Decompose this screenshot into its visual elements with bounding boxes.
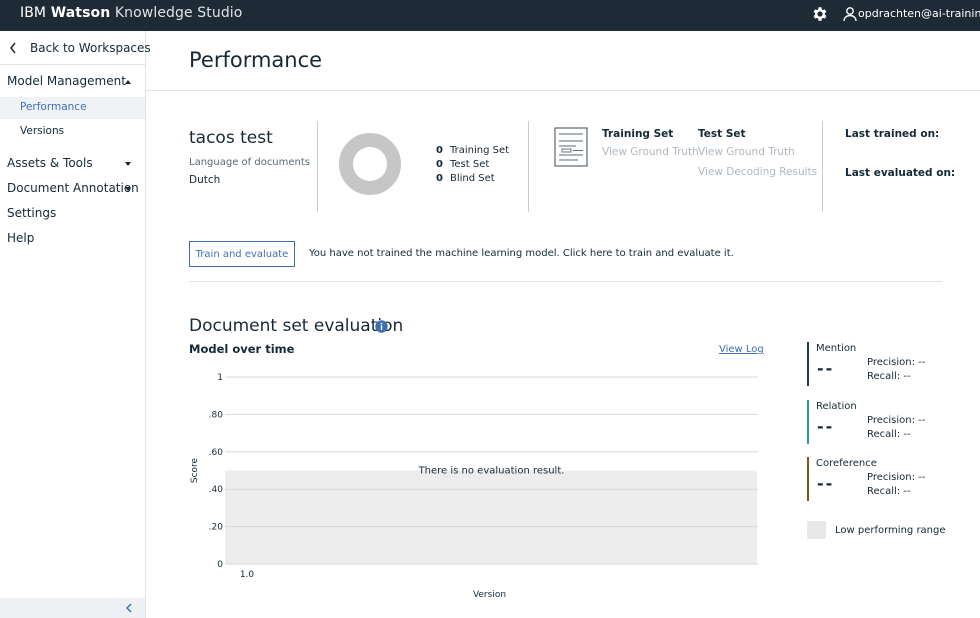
sidebar-item-label: Settings <box>7 206 57 220</box>
sidebar-item-settings[interactable]: Settings <box>0 203 145 225</box>
count-label: Test Set <box>450 159 490 170</box>
divider <box>317 121 318 212</box>
y-tick-label: .20 <box>209 523 224 533</box>
training-view-ground-truth-link[interactable]: View Ground Truth <box>602 146 699 158</box>
sidebar-item-performance[interactable]: Performance <box>0 97 145 119</box>
sidebar-item-label: Model Management <box>7 74 126 88</box>
project-name: tacos test <box>189 128 273 148</box>
sidebar-item-label: Assets & Tools <box>7 156 93 170</box>
count-value: 0 <box>436 159 443 170</box>
model-over-time-title: Model over time <box>189 342 295 356</box>
metric-value: -- <box>817 474 835 493</box>
metric-value: -- <box>817 417 835 436</box>
brand-ibm: IBM <box>20 5 47 21</box>
no-result-message: There is no evaluation result. <box>418 466 565 477</box>
count-label: Training Set <box>450 145 510 156</box>
divider <box>189 281 942 282</box>
count-value: 0 <box>436 145 443 156</box>
metric-recall: Recall: -- <box>867 429 911 440</box>
app-brand[interactable]: IBM Watson Knowledge Studio <box>20 5 242 21</box>
test-set-title: Test Set <box>698 128 746 140</box>
language-value: Dutch <box>189 174 221 186</box>
metric-precision: Precision: -- <box>867 415 926 426</box>
caret-up-icon <box>125 80 131 84</box>
metric-value: -- <box>817 359 835 378</box>
model-over-time-chart: 0 .20 .40 .60 .80 1 1.0 Score Version There i… <box>190 373 758 600</box>
train-message: You have not trained the machine learnin… <box>309 248 734 259</box>
info-icon[interactable] <box>375 320 388 333</box>
y-tick-label: .40 <box>209 485 224 495</box>
training-set-title: Training Set <box>602 128 674 140</box>
page-title: Performance <box>189 48 323 72</box>
metric-coreference: Coreference -- Precision: -- Recall: -- <box>807 457 957 501</box>
sidebar-item-label: Versions <box>20 125 65 137</box>
low-performing-label: Low performing range <box>835 525 946 536</box>
metric-name: Relation <box>816 401 857 412</box>
sidebar-item-label: Document Annotation <box>7 181 139 195</box>
brand-product: Knowledge Studio <box>114 5 243 21</box>
sidebar-item-help[interactable]: Help <box>0 228 145 250</box>
metric-relation: Relation -- Precision: -- Recall: -- <box>807 400 957 444</box>
back-to-workspaces-link[interactable]: Back to Workspaces <box>0 31 151 65</box>
y-tick-label: 0 <box>217 560 223 570</box>
page-header: Performance <box>146 31 980 91</box>
user-icon[interactable] <box>842 6 858 22</box>
last-trained-label: Last trained on: <box>845 128 940 140</box>
chevron-left-icon <box>125 603 132 613</box>
document-set-counts: 0 Training Set 0 Test Set 0 Blind Set <box>433 145 533 187</box>
count-training-set: 0 Training Set <box>433 145 533 159</box>
count-test-set: 0 Test Set <box>433 159 533 173</box>
metric-name: Mention <box>816 343 857 354</box>
low-performing-swatch <box>807 521 826 539</box>
count-blind-set: 0 Blind Set <box>433 173 533 187</box>
user-email[interactable]: opdrachten@ai-training.nl <box>858 7 980 20</box>
view-log-link[interactable]: View Log <box>719 344 764 355</box>
metric-mention: Mention -- Precision: -- Recall: -- <box>807 342 957 386</box>
caret-down-icon <box>125 187 131 191</box>
y-tick-label: .60 <box>209 448 224 458</box>
sidebar-item-versions[interactable]: Versions <box>0 121 145 143</box>
caret-down-icon <box>125 162 131 166</box>
last-evaluated-label: Last evaluated on: <box>845 167 956 179</box>
back-label: Back to Workspaces <box>30 41 151 55</box>
sidebar-item-assets-tools[interactable]: Assets & Tools <box>0 153 145 175</box>
metric-name: Coreference <box>816 458 877 469</box>
test-view-decoding-results-link[interactable]: View Decoding Results <box>698 166 817 178</box>
brand-watson: Watson <box>50 5 111 21</box>
evaluation-title: Document set evaluation <box>189 316 404 336</box>
divider <box>528 121 529 212</box>
top-bar: IBM Watson Knowledge Studio opdrachten@a… <box>0 0 980 31</box>
low-performing-band <box>225 470 757 564</box>
sidebar-collapse-button[interactable] <box>0 598 145 618</box>
test-view-ground-truth-link[interactable]: View Ground Truth <box>698 146 795 158</box>
count-label: Blind Set <box>450 173 495 184</box>
x-axis-label: Version <box>473 590 506 600</box>
document-sets-donut <box>339 133 401 195</box>
language-label: Language of documents <box>189 157 311 168</box>
sidebar: Back to Workspaces Model Management Perf… <box>0 31 151 618</box>
divider <box>822 121 823 212</box>
gear-icon[interactable] <box>811 5 829 23</box>
sidebar-item-label: Performance <box>20 101 87 113</box>
train-and-evaluate-button[interactable]: Train and evaluate <box>189 241 295 267</box>
metric-precision: Precision: -- <box>867 472 926 483</box>
metric-recall: Recall: -- <box>867 486 911 497</box>
sidebar-item-document-annotation[interactable]: Document Annotation <box>0 178 145 200</box>
x-tick-label: 1.0 <box>240 570 255 580</box>
document-icon <box>554 127 588 167</box>
y-tick-label: 1 <box>217 373 223 383</box>
metric-recall: Recall: -- <box>867 371 911 382</box>
sidebar-item-model-management[interactable]: Model Management <box>0 71 145 93</box>
metric-precision: Precision: -- <box>867 357 926 368</box>
y-axis-label: Score <box>190 457 200 483</box>
count-value: 0 <box>436 173 443 184</box>
y-tick-label: .80 <box>209 410 224 420</box>
chevron-left-icon <box>10 42 16 54</box>
sidebar-item-label: Help <box>7 231 35 245</box>
